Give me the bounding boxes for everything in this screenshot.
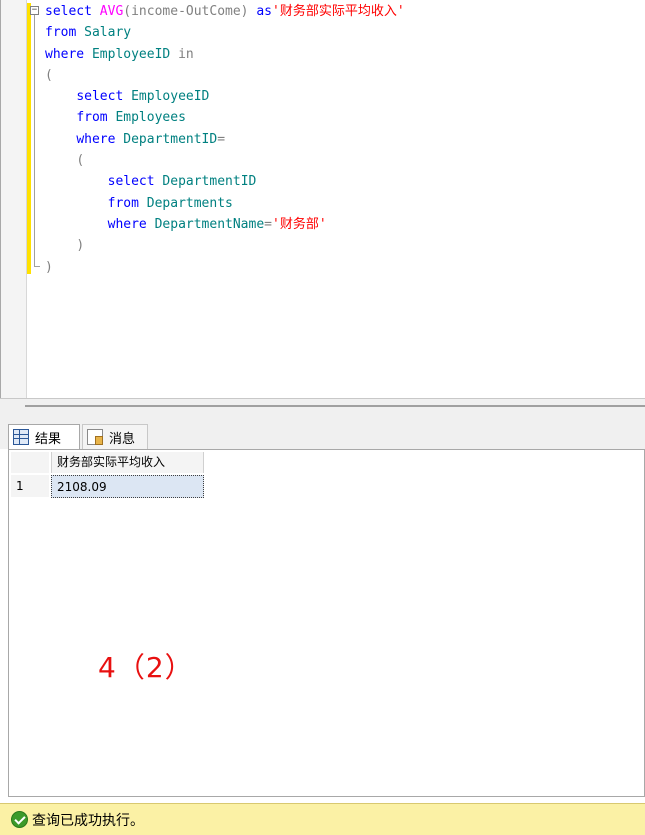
- query-editor[interactable]: − select AVG(income-OutCome) as'财务部实际平均收…: [0, 0, 645, 398]
- code-line-11: where DepartmentName='财务部': [107, 216, 327, 232]
- pane-splitter[interactable]: [0, 398, 645, 422]
- code-line-2: from Salary: [45, 25, 132, 41]
- messages-icon: [87, 429, 103, 445]
- results-grid[interactable]: 财务部实际平均收入 1 2108.09: [8, 449, 645, 797]
- result-cell[interactable]: 2108.09: [51, 475, 204, 498]
- code-line-13: ): [45, 259, 53, 275]
- code-line-8: (: [76, 153, 85, 169]
- splitter-line: [25, 405, 645, 407]
- editor-gutter: [1, 0, 27, 398]
- collapse-toggle-icon[interactable]: −: [30, 6, 39, 15]
- code-line-4: (: [45, 67, 53, 83]
- code-line-9: select DepartmentID: [107, 174, 257, 190]
- code-line-6: from Employees: [76, 110, 186, 126]
- tab-messages-label: 消息: [109, 431, 136, 447]
- grid-icon: [13, 429, 29, 445]
- status-bar: 查询已成功执行。: [0, 803, 645, 835]
- code-line-12: ): [76, 238, 85, 254]
- success-check-icon: [11, 811, 28, 828]
- tab-results-label: 结果: [35, 431, 62, 447]
- change-indicator-bar: [27, 3, 31, 274]
- tab-results[interactable]: 结果: [8, 424, 80, 449]
- outline-guide: [34, 15, 35, 266]
- code-line-1: select AVG(income-OutCome) as'财务部实际平均收入': [45, 4, 405, 19]
- code-line-10: from Departments: [107, 195, 233, 211]
- results-tab-strip: 结果 消息: [0, 422, 645, 449]
- row-number[interactable]: 1: [11, 475, 49, 497]
- outline-guide-end: [34, 266, 40, 267]
- code-line-5: select EmployeeID: [76, 89, 210, 105]
- code-line-3: where EmployeeID in: [45, 46, 194, 62]
- tab-messages[interactable]: 消息: [82, 424, 148, 449]
- status-message: 查询已成功执行。: [32, 812, 144, 829]
- grid-corner-header[interactable]: [11, 452, 49, 473]
- red-annotation-label: 4（2）: [98, 651, 194, 684]
- code-line-7: where DepartmentID=: [76, 131, 226, 147]
- sql-code[interactable]: select AVG(income-OutCome) as'财务部实际平均收入'…: [45, 1, 405, 278]
- column-header[interactable]: 财务部实际平均收入: [51, 452, 204, 473]
